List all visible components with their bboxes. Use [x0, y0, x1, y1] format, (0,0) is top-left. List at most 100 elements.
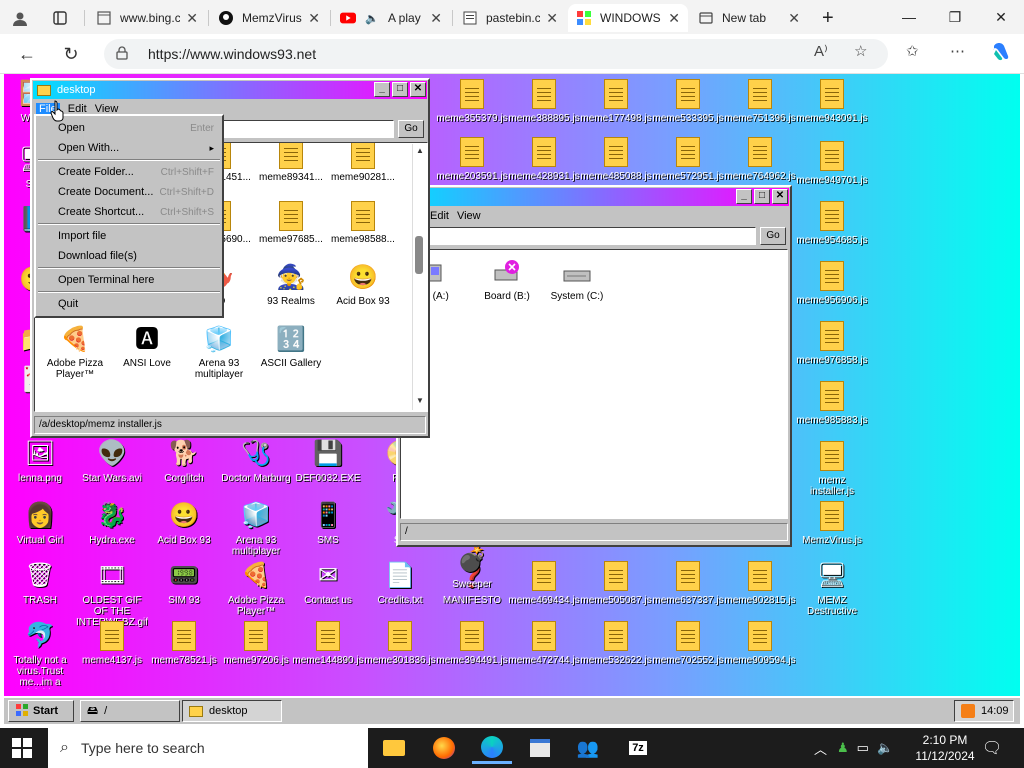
address-bar[interactable]: https://www.windows93.net — [104, 39, 888, 69]
file-menu-item[interactable]: Create Shortcut... Ctrl+Shift+S — [36, 202, 222, 222]
window-item[interactable]: 🔢 ASCII Gallery — [255, 325, 327, 369]
desktop-icon[interactable]: meme394491.js — [436, 620, 508, 666]
desktop-icon[interactable]: meme533395.js — [652, 78, 724, 124]
favorites-icon[interactable]: ✩ — [906, 42, 919, 60]
desktop-icon[interactable]: meme909594.js — [724, 620, 796, 666]
desktop-icon[interactable]: 💣 Sweeper — [436, 544, 508, 590]
tab-actions-button[interactable] — [44, 4, 78, 32]
people-app[interactable]: 👥 — [568, 732, 608, 764]
file-menu-item[interactable]: Open Terminal here — [36, 270, 222, 290]
desktop-icon[interactable]: meme976858.js — [796, 320, 868, 366]
desktop-icon[interactable]: meme203591.js — [436, 136, 508, 182]
desktop-icon[interactable]: 😀 Acid Box 93 — [148, 500, 220, 546]
vertical-scrollbar[interactable]: ▲ ▼ — [412, 144, 426, 410]
desktop-icon[interactable]: meme637337.js — [652, 560, 724, 606]
file-menu-item[interactable]: Create Document... Ctrl+Shift+D — [36, 182, 222, 202]
desktop-icon[interactable]: meme388895.js — [508, 78, 580, 124]
desktop-icon[interactable]: meme144890.js — [292, 620, 364, 666]
close-window-button[interactable]: ✕ — [410, 82, 426, 97]
window-item[interactable]: 🧊 Arena 93 multiplayer — [183, 325, 255, 380]
desktop-icon[interactable]: 📄 Credits.txt — [364, 560, 436, 606]
os-search-box[interactable]: ⌕ Type here to search — [48, 728, 368, 768]
desktop-icon[interactable]: meme985883.js — [796, 380, 868, 426]
tab-pastebin[interactable]: pastebin.co ✕ — [454, 4, 566, 32]
desktop-icon[interactable]: 🖥 MEMZ Destructive — [796, 560, 868, 617]
desktop-icon[interactable]: 🗑 TRASH — [4, 560, 76, 606]
tab-bing[interactable]: www.bing.c ✕ — [88, 4, 206, 32]
start-button[interactable]: Start — [8, 700, 74, 722]
menu-edit[interactable]: Edit — [430, 210, 449, 222]
profile-button[interactable] — [4, 4, 42, 32]
window-item[interactable]: meme90281... — [327, 143, 399, 183]
desktop-icon[interactable]: meme532622.js — [580, 620, 652, 666]
file-menu-item[interactable]: Create Folder... Ctrl+Shift+F — [36, 162, 222, 182]
tab-new-tab[interactable]: New tab ✕ — [690, 4, 808, 32]
speaker-icon[interactable]: 🔈 — [364, 10, 380, 26]
window-titlebar[interactable]: desktop — [33, 81, 427, 99]
desktop-icon[interactable]: 🐉 Hydra.exe — [76, 500, 148, 546]
os-clock[interactable]: 2:10 PM 11/12/2024 — [910, 732, 980, 764]
scroll-down-icon[interactable]: ▼ — [413, 396, 427, 405]
desktop-icon[interactable]: ✉ Contact us — [292, 560, 364, 606]
desktop-icon[interactable]: meme764962.js — [724, 136, 796, 182]
7zip-app[interactable]: 7z — [618, 732, 658, 764]
desktop-icon[interactable]: 👽 Star Wars.avi — [76, 438, 148, 484]
refresh-button[interactable]: ↻ — [56, 40, 86, 68]
edge-app[interactable] — [472, 732, 512, 764]
minimize-window-button[interactable]: _ — [374, 82, 390, 97]
more-options-icon[interactable]: ⋯ — [950, 42, 965, 60]
desktop-icon[interactable]: meme472744.js — [508, 620, 580, 666]
desktop-icon[interactable]: meme428931.js — [508, 136, 580, 182]
tab-windows93[interactable]: WINDOWS ✕ — [568, 4, 688, 32]
desktop-icon[interactable]: meme177498.js — [580, 78, 652, 124]
drive-c[interactable]: System (C:) — [541, 258, 613, 302]
go-button[interactable]: Go — [760, 227, 786, 245]
desktop-icon[interactable]: meme4137.js — [76, 620, 148, 666]
window-item[interactable]: 🍕 Adobe Pizza Player™ — [39, 325, 111, 380]
new-tab-button[interactable]: + — [814, 4, 844, 32]
desktop-icon[interactable]: 🧊 Arena 93 multiplayer — [220, 500, 292, 557]
task-desktop[interactable]: desktop — [182, 700, 282, 722]
desktop-icon[interactable]: meme355379.js — [436, 78, 508, 124]
desktop-icon[interactable]: meme751396.js — [724, 78, 796, 124]
read-aloud-icon[interactable]: A⁾ — [814, 42, 828, 60]
desktop-icon[interactable]: meme78521.js — [148, 620, 220, 666]
maximize-window-button[interactable]: □ — [392, 82, 408, 97]
window-item[interactable]: 🅰 ANSI Love — [111, 325, 183, 369]
desktop-icon[interactable]: meme956906.js — [796, 260, 868, 306]
network-icon[interactable]: ▭ — [857, 740, 869, 756]
desktop-icon[interactable]: 🍕 Adobe Pizza Player™ — [220, 560, 292, 617]
favorite-star-icon[interactable]: ☆ — [854, 42, 867, 60]
file-menu-item[interactable]: Download file(s) — [36, 246, 222, 266]
people-tray-icon[interactable]: ♟ — [837, 740, 849, 756]
desktop-icon[interactable]: meme97206.js — [220, 620, 292, 666]
window-item[interactable]: meme97685... — [255, 201, 327, 245]
desktop-icon[interactable]: 🎞OLDEST GIF OF THE INTERWEBZ.gif — [76, 560, 148, 628]
file-menu-item[interactable]: Open With... ▸ — [36, 138, 222, 158]
file-explorer-app[interactable] — [374, 732, 414, 764]
desktop-icon[interactable]: meme949701.js — [796, 140, 868, 186]
desktop-icon[interactable]: 🩺 Doctor Marburg — [220, 438, 292, 484]
windows-start-icon[interactable] — [12, 738, 32, 758]
desktop-icon[interactable]: 📟 SIM 93 — [148, 560, 220, 606]
file-menu-item[interactable]: Import file — [36, 226, 222, 246]
task-root[interactable]: 🖴 / — [80, 700, 180, 722]
close-tab-icon[interactable]: ✕ — [186, 10, 198, 27]
close-window-button[interactable]: ✕ — [978, 0, 1024, 34]
minimize-button[interactable]: — — [886, 0, 932, 34]
close-tab-icon[interactable]: ✕ — [788, 10, 800, 27]
scroll-up-icon[interactable]: ▲ — [413, 146, 427, 155]
window-item[interactable]: meme98588... — [327, 201, 399, 245]
tab-memzvirus[interactable]: MemzVirus ✕ — [210, 4, 328, 32]
desktop-icon[interactable]: 🐬 Totally not a virus.Trust me...im a dol… — [4, 620, 76, 689]
go-button[interactable]: Go — [398, 120, 424, 138]
drive-b[interactable]: Board (B:) — [471, 258, 543, 302]
root-window[interactable]: _ □ ✕ Edit View / Go age (A:) Board (B:)… — [396, 185, 792, 547]
desktop-icon[interactable]: 📱 SMS — [292, 500, 364, 546]
menu-view[interactable]: View — [457, 210, 481, 222]
desktop-icon[interactable]: MemzVirus.js — [796, 500, 868, 546]
desktop-icon[interactable]: meme469434.js — [508, 560, 580, 606]
file-menu-item[interactable]: Quit — [36, 294, 222, 314]
desktop-icon[interactable]: 🖼 lenna.png — [4, 438, 76, 484]
desktop-icon[interactable]: meme505087.js — [580, 560, 652, 606]
